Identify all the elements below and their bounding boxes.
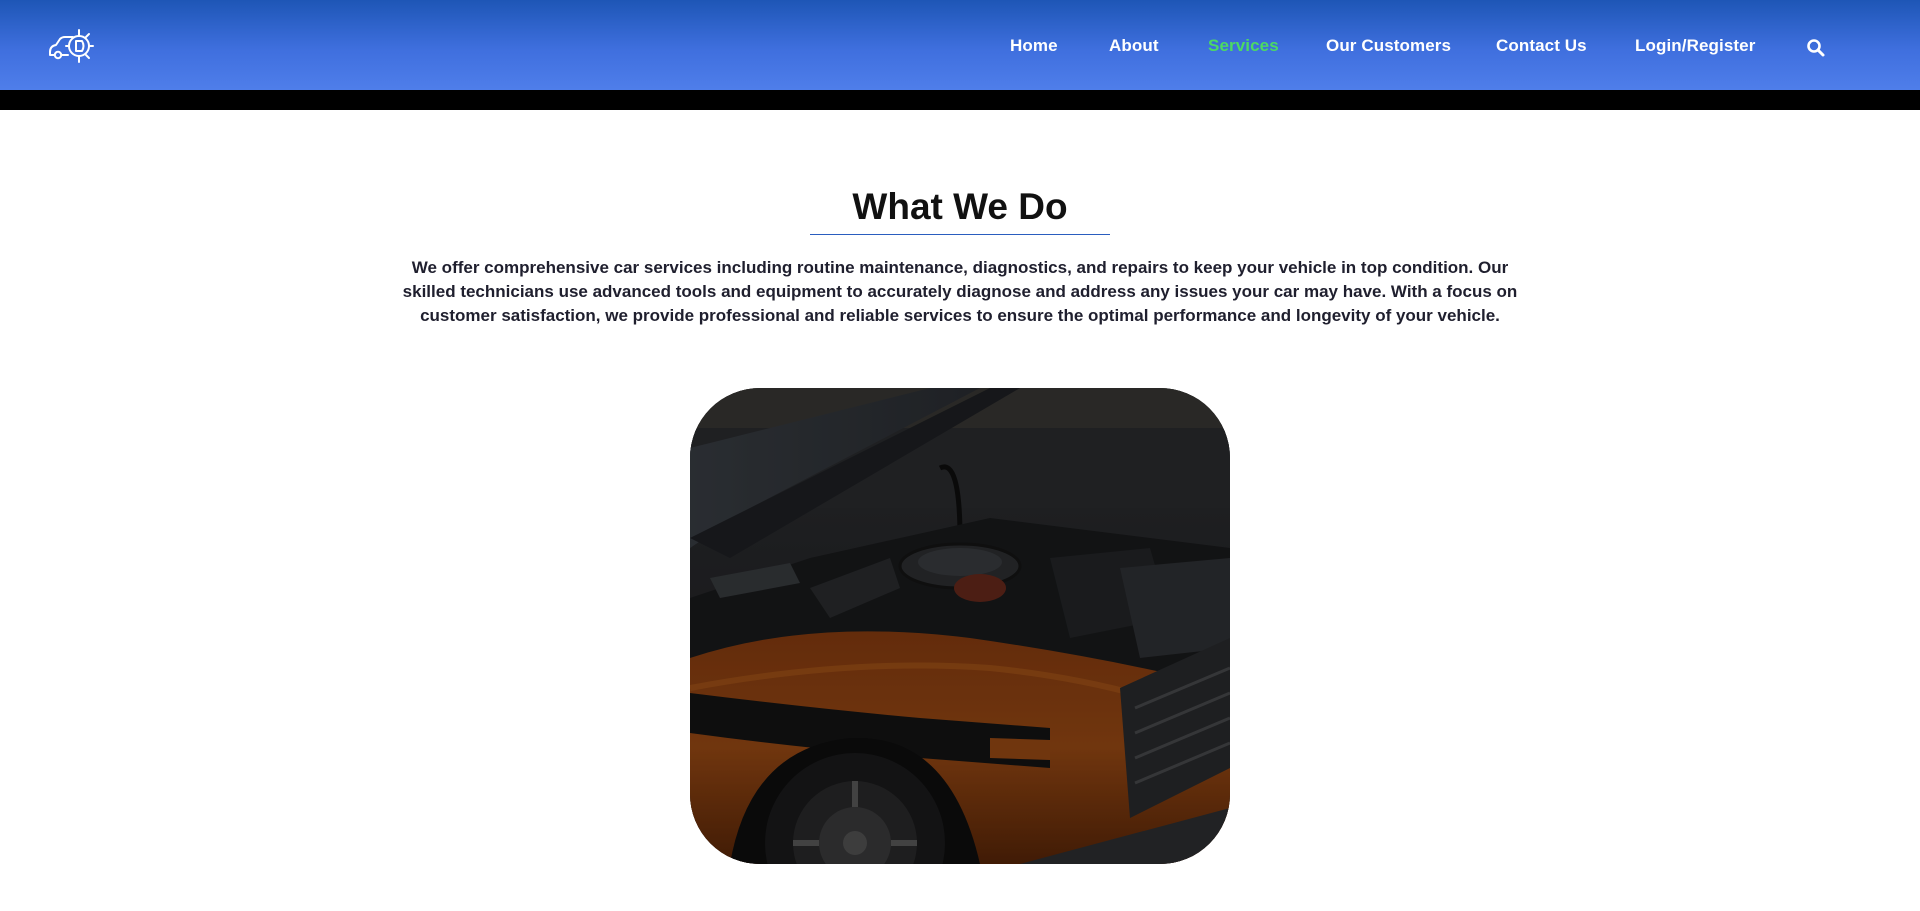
navbar: Home About Services Our Customers Contac… [0, 0, 1920, 90]
section-description: We offer comprehensive car services incl… [402, 258, 1518, 325]
nav-our-customers-link[interactable]: Our Customers [1326, 36, 1451, 56]
nav-home-link[interactable]: Home [1010, 36, 1058, 56]
search-icon[interactable] [1806, 38, 1826, 58]
main-nav: Home About Services Our Customers Contac… [0, 0, 1920, 90]
nav-services-link[interactable]: Services [1208, 36, 1279, 56]
section-title: What We Do [852, 186, 1068, 227]
nav-contact-us-link[interactable]: Contact Us [1496, 36, 1587, 56]
nav-login-register-link[interactable]: Login/Register [1635, 36, 1755, 56]
car-engine-image [690, 388, 1230, 864]
nav-about-link[interactable]: About [1109, 36, 1159, 56]
title-underline [810, 234, 1110, 235]
header-divider-bar [0, 90, 1920, 110]
